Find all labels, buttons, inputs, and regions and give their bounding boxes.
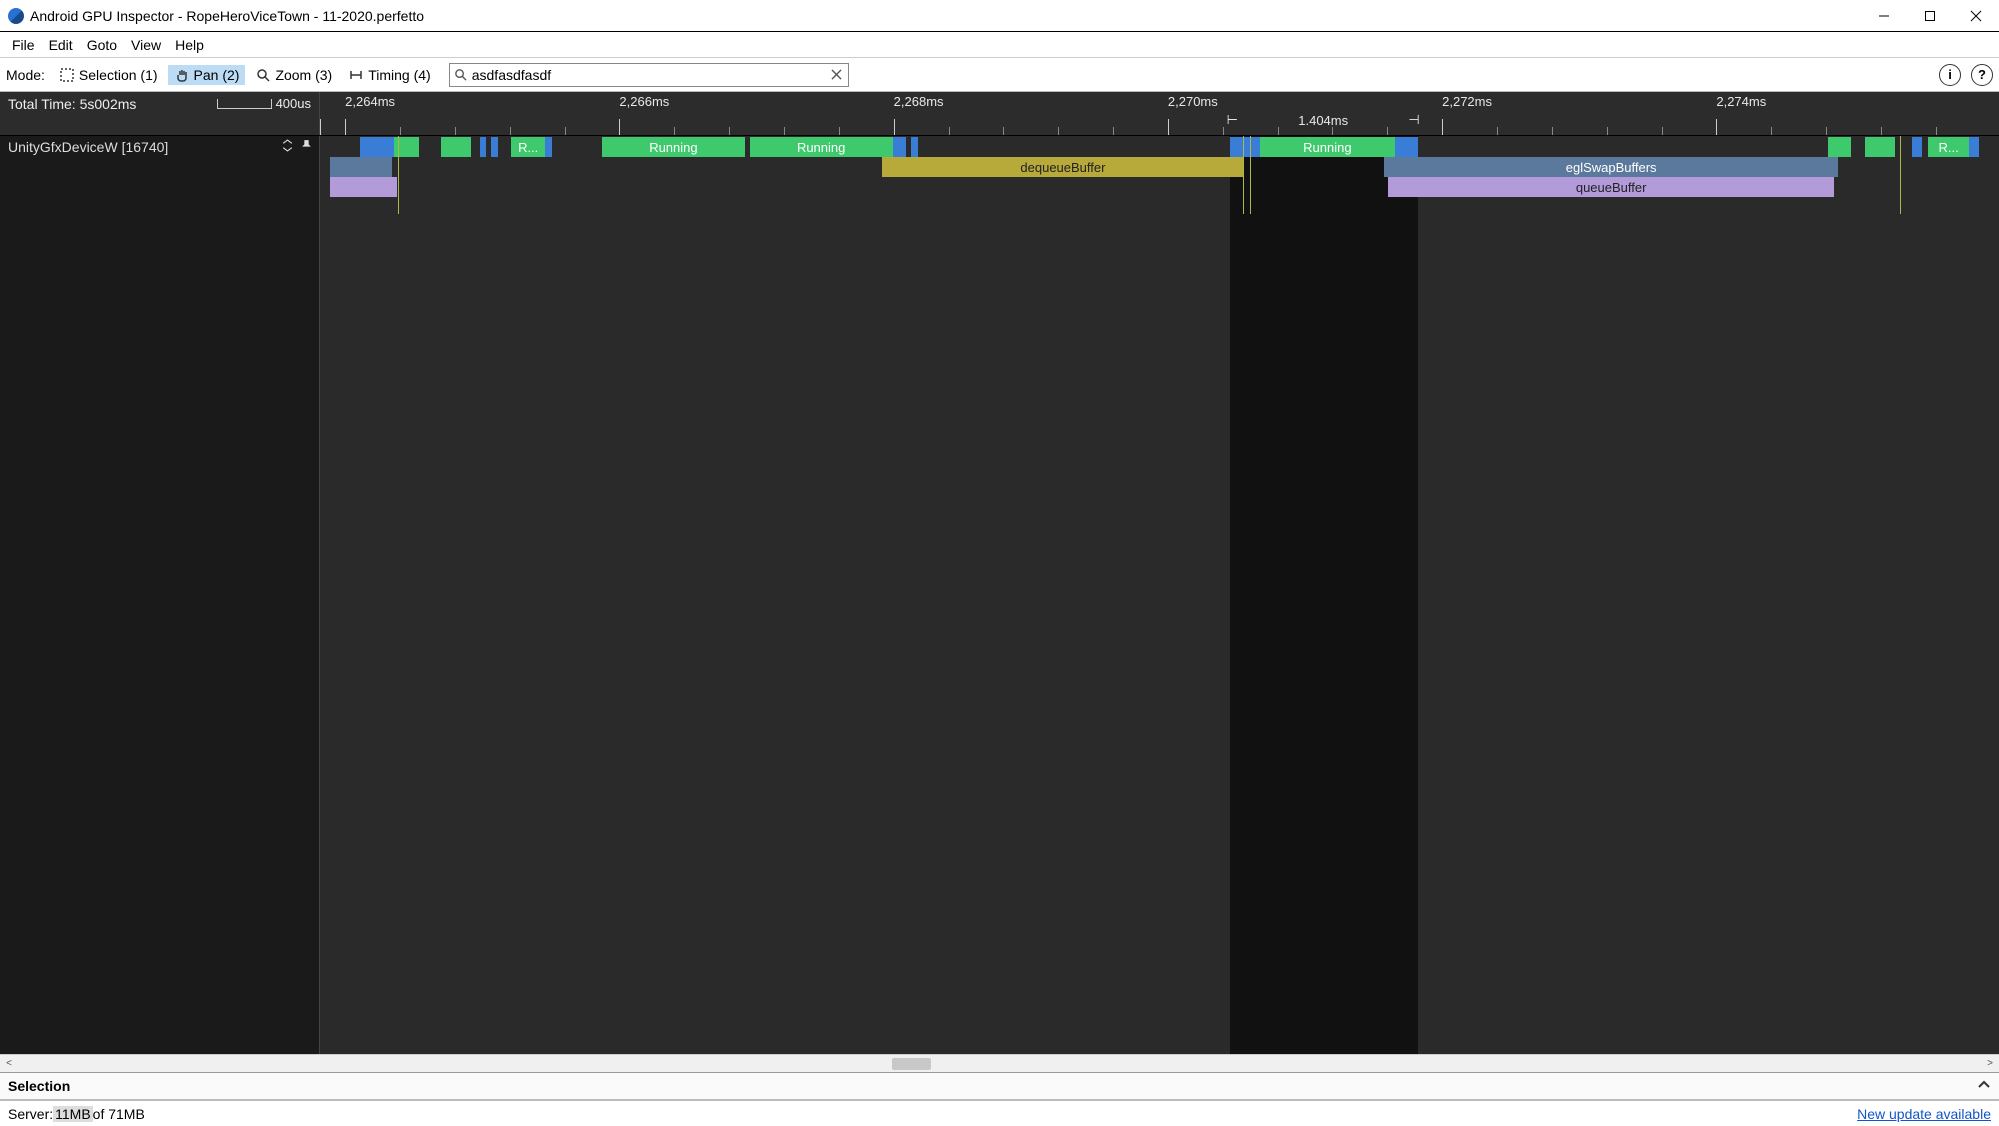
selection-panel-header[interactable]: Selection — [0, 1072, 1999, 1100]
slice[interactable] — [1230, 137, 1260, 157]
ruler-ticks[interactable]: 2,264ms 2,266ms 2,268ms 2,270ms 2,272ms 2,274… — [320, 92, 1999, 135]
server-mem-used: 11MB — [53, 1106, 93, 1122]
tick-label: 2,272ms — [1442, 94, 1492, 109]
timeline-area[interactable]: Total Time: 5s002ms 400us 2,264ms 2,266ms… — [0, 92, 1999, 1054]
slice[interactable] — [360, 137, 394, 157]
tick-label: 2,274ms — [1716, 94, 1766, 109]
slice[interactable] — [330, 177, 397, 197]
slice[interactable] — [911, 137, 918, 157]
slice[interactable] — [330, 157, 392, 177]
mode-selection[interactable]: Selection (1) — [53, 65, 164, 85]
tick-label: 2,264ms — [345, 94, 395, 109]
slice[interactable]: R... — [1928, 137, 1968, 157]
collapse-icon[interactable] — [281, 139, 294, 155]
info-button[interactable]: i — [1939, 64, 1961, 86]
hairline — [1243, 136, 1244, 214]
server-label: Server: — [8, 1106, 53, 1122]
slice[interactable] — [1969, 137, 1979, 157]
hairline — [1250, 136, 1251, 214]
track-name: UnityGfxDeviceW [16740] — [8, 139, 168, 155]
info-icon: i — [1948, 67, 1952, 82]
mode-zoom[interactable]: Zoom (3) — [249, 65, 338, 85]
tick-label: 2,268ms — [894, 94, 944, 109]
scroll-left-icon[interactable]: < — [0, 1055, 18, 1073]
slice[interactable] — [491, 137, 498, 157]
search-input[interactable] — [472, 64, 826, 86]
time-ruler[interactable]: Total Time: 5s002ms 400us 2,264ms 2,266ms… — [0, 92, 1999, 136]
scale-indicator: 400us — [217, 96, 311, 111]
slice[interactable] — [480, 137, 487, 157]
maximize-button[interactable] — [1907, 0, 1953, 32]
search-icon — [450, 68, 472, 81]
horizontal-scrollbar[interactable]: < > — [0, 1054, 1999, 1072]
update-link[interactable]: New update available — [1857, 1106, 1991, 1122]
slice[interactable]: Running — [750, 137, 893, 157]
scroll-track[interactable] — [18, 1055, 1981, 1073]
timing-icon — [348, 67, 364, 83]
slice[interactable] — [1865, 137, 1895, 157]
server-mem-total: of 71MB — [93, 1106, 145, 1122]
dim-overlay — [320, 136, 1230, 1054]
track-header[interactable]: UnityGfxDeviceW [16740] — [0, 136, 319, 158]
menu-bar: File Edit Goto View Help — [0, 32, 1999, 58]
slice[interactable] — [1395, 137, 1419, 157]
track-headers: UnityGfxDeviceW [16740] — [0, 136, 320, 1054]
ruler-info: Total Time: 5s002ms 400us — [0, 92, 320, 135]
menu-goto[interactable]: Goto — [81, 35, 123, 55]
help-icon: ? — [1978, 67, 1986, 82]
menu-edit[interactable]: Edit — [43, 35, 79, 55]
minimize-button[interactable] — [1861, 0, 1907, 32]
menu-help[interactable]: Help — [169, 35, 210, 55]
slice[interactable] — [441, 137, 471, 157]
slice[interactable] — [545, 137, 552, 157]
selection-title: Selection — [8, 1078, 70, 1094]
slice[interactable]: eglSwapBuffers — [1384, 157, 1837, 177]
slice[interactable] — [1828, 137, 1852, 157]
pin-icon[interactable] — [300, 139, 313, 155]
tick-label: 2,270ms — [1168, 94, 1218, 109]
window-title: Android GPU Inspector - RopeHeroViceTown… — [30, 8, 424, 24]
clear-search-icon[interactable] — [826, 69, 848, 80]
dim-overlay — [1418, 136, 1999, 1054]
pan-hand-icon — [174, 67, 190, 83]
slice[interactable]: Running — [1260, 137, 1394, 157]
scroll-thumb[interactable] — [892, 1058, 931, 1070]
search-box[interactable] — [449, 63, 849, 87]
slice[interactable]: Running — [602, 137, 745, 157]
slice[interactable] — [1912, 137, 1922, 157]
status-bar: Server: 11MB of 71MB New update availabl… — [0, 1100, 1999, 1126]
total-time-label: Total Time: 5s002ms — [8, 96, 136, 112]
mode-timing[interactable]: Timing (4) — [342, 65, 437, 85]
tick-label: 2,266ms — [619, 94, 669, 109]
window-titlebar: Android GPU Inspector - RopeHeroViceTown… — [0, 0, 1999, 32]
slice[interactable]: queueBuffer — [1388, 177, 1835, 197]
tracks[interactable]: UnityGfxDeviceW [16740] R...RunningRunni… — [0, 136, 1999, 1054]
close-button[interactable] — [1953, 0, 1999, 32]
mode-label: Mode: — [6, 67, 45, 83]
hairline — [1900, 136, 1901, 214]
menu-file[interactable]: File — [6, 35, 41, 55]
app-icon — [8, 8, 24, 24]
slice[interactable]: dequeueBuffer — [882, 157, 1243, 177]
menu-view[interactable]: View — [125, 35, 167, 55]
scroll-right-icon[interactable]: > — [1981, 1055, 1999, 1073]
track-lanes[interactable]: R...RunningRunningRunningR...dequeueBuff… — [320, 136, 1999, 1054]
slice[interactable]: R... — [511, 137, 545, 157]
mode-pan[interactable]: Pan (2) — [168, 65, 246, 85]
measurement-label: ⊢1.404ms⊣ — [1227, 112, 1420, 128]
slice[interactable] — [893, 137, 906, 157]
help-button[interactable]: ? — [1971, 64, 1993, 86]
selection-icon — [59, 67, 75, 83]
hairline — [398, 136, 399, 214]
toolbar: Mode: Selection (1) Pan (2) Zoom (3) Tim… — [0, 58, 1999, 92]
chevron-up-icon[interactable] — [1977, 1078, 1991, 1095]
zoom-icon — [255, 67, 271, 83]
